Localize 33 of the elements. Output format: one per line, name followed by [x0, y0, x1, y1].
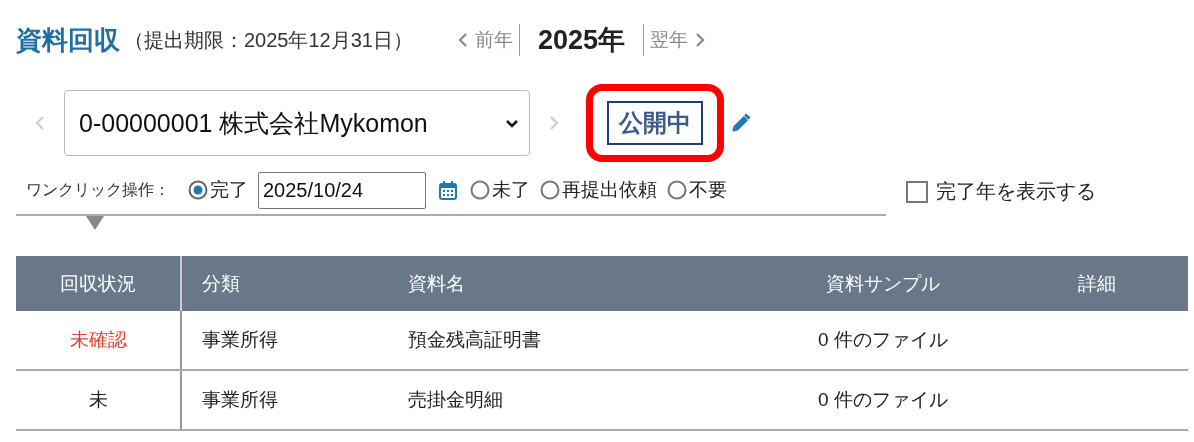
chevron-left-icon[interactable]: [457, 31, 469, 49]
table-cell: 0 件のファイル: [738, 311, 1008, 370]
caret-down-icon: [505, 117, 519, 129]
radio-option[interactable]: 未了: [470, 177, 530, 203]
table-cell: 預金残高証明書: [388, 311, 738, 370]
table-cell: 事業所得: [181, 370, 388, 430]
table-cell: 売掛金明細: [388, 370, 738, 430]
client-select[interactable]: 0-00000001 株式会社Mykomon: [64, 90, 530, 156]
radio-option[interactable]: 再提出依頼: [540, 177, 657, 203]
column-header: 資料名: [388, 256, 738, 311]
column-header: 回収状況: [16, 256, 181, 311]
status-cell: 未: [16, 370, 181, 430]
table-cell: 事業所得: [181, 311, 388, 370]
pencil-icon[interactable]: [730, 112, 752, 134]
previous-year-link[interactable]: 前年: [457, 27, 513, 53]
deadline-text: （提出期限：2025年12月31日）: [124, 27, 413, 53]
radio-option[interactable]: 完了: [188, 177, 248, 203]
calendar-icon[interactable]: [438, 180, 458, 200]
show-completed-year-checkbox[interactable]: 完了年を表示する: [906, 178, 1096, 205]
radio-option[interactable]: 不要: [667, 177, 727, 203]
one-click-label: ワンクリック操作：: [26, 179, 170, 200]
table-cell: 0 件のファイル: [738, 370, 1008, 430]
current-year: 2025年: [537, 24, 627, 57]
column-header: 詳細: [1008, 256, 1188, 311]
pointer-triangle-icon: [86, 216, 104, 230]
date-field[interactable]: 2025/10/24: [258, 171, 426, 209]
next-year-link[interactable]: 翌年: [650, 27, 707, 53]
status-badge: 公開中: [607, 101, 703, 145]
chevron-right-icon[interactable]: [694, 31, 707, 49]
column-header: 分類: [181, 256, 388, 311]
page-title: 資料回収: [16, 23, 120, 57]
column-header: 資料サンプル: [738, 256, 1008, 311]
status-cell: 未確認: [16, 311, 181, 370]
